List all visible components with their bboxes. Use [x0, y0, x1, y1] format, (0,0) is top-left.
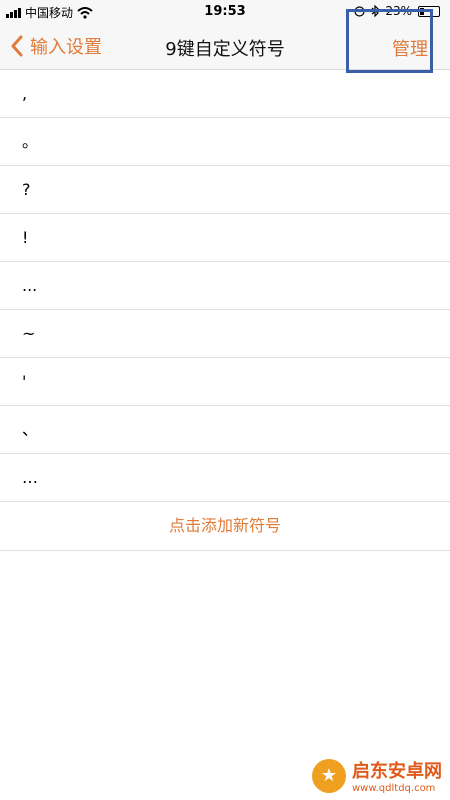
list-item[interactable]: 、	[0, 406, 450, 454]
symbol-list: , 。 ? ! ... ~ ' 、 … 点击添加新符号	[0, 70, 450, 551]
list-item[interactable]: 。	[0, 118, 450, 166]
watermark-name: 启东安卓网	[352, 761, 442, 782]
list-item[interactable]: …	[0, 454, 450, 502]
list-item[interactable]: !	[0, 214, 450, 262]
list-item[interactable]: ...	[0, 262, 450, 310]
watermark: ★ 启东安卓网 www.qdltdq.com	[312, 757, 442, 794]
list-item[interactable]: ~	[0, 310, 450, 358]
list-item[interactable]: '	[0, 358, 450, 406]
add-symbol-button[interactable]: 点击添加新符号	[0, 502, 450, 551]
watermark-url: www.qdltdq.com	[352, 783, 436, 794]
list-item[interactable]: ?	[0, 166, 450, 214]
highlight-box	[346, 9, 433, 73]
list-item[interactable]: ,	[0, 70, 450, 118]
logo-icon: ★	[312, 758, 346, 793]
